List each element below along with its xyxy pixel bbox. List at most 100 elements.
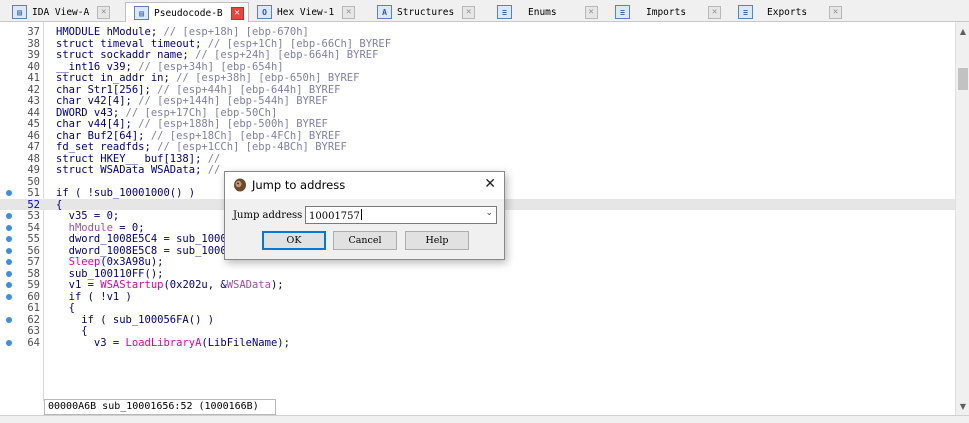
line-number: 63 <box>27 325 40 337</box>
ida-view-icon: ▤ <box>12 5 27 19</box>
code-line[interactable]: 64 v3 = LoadLibraryA(LibFileName); <box>0 337 955 349</box>
code-line[interactable]: 46 char Buf2[64]; // [esp+18Ch] [ebp-4FCh… <box>0 130 955 142</box>
breakpoint-marker-icon[interactable] <box>6 247 12 254</box>
close-icon[interactable]: ✕ <box>97 5 111 19</box>
code-line[interactable]: 47 fd_set readfds; // [esp+1CCh] [ebp-4BC… <box>0 141 955 153</box>
bottom-bar <box>0 415 969 423</box>
code-line[interactable]: 62 if ( sub_100056FA() ) <box>0 314 955 326</box>
line-number: 61 <box>27 302 40 314</box>
code-line[interactable]: 37 HMODULE hModule; // [esp+18h] [ebp-670… <box>0 26 955 38</box>
breakpoint-marker-icon[interactable] <box>6 190 12 196</box>
line-number: 57 <box>27 256 40 268</box>
close-icon[interactable]: ✕ <box>230 6 244 20</box>
line-number: 40 <box>27 60 40 73</box>
chevron-down-icon[interactable]: ⌄ <box>485 208 493 218</box>
code-line[interactable]: 59 v1 = WSAStartup(0x202u, &WSAData); <box>0 279 955 291</box>
line-number: 50 <box>27 175 40 188</box>
tab-enums[interactable]: ≡ Enums ✕ <box>497 2 598 22</box>
dialog-title-bar[interactable]: Jump to address ✕ <box>225 172 504 199</box>
line-number: 38 <box>27 37 40 50</box>
line-number: 39 <box>27 49 40 61</box>
code-text: char v42[4]; // [esp+144h] [ebp-544h] BY… <box>56 95 328 107</box>
line-number: 58 <box>27 267 40 280</box>
tab-hex-view-1[interactable]: O Hex View-1 ✕ <box>257 2 356 22</box>
code-text: v35 = 0; <box>56 210 120 222</box>
breakpoint-marker-icon[interactable] <box>6 213 12 219</box>
address-input[interactable]: 10001757 <box>309 209 362 222</box>
address-combobox[interactable]: 10001757 ⌄ <box>305 206 497 224</box>
pseudocode-icon: ▤ <box>134 6 149 20</box>
tab-pseudocode-b[interactable]: ▤ Pseudocode-B ✕ <box>125 2 249 23</box>
breakpoint-marker-icon[interactable] <box>6 259 12 265</box>
code-line[interactable]: 38 struct timeval timeout; // [esp+1Ch] [… <box>0 38 955 50</box>
code-line[interactable]: 42 char Str1[256]; // [esp+44h] [ebp-644h… <box>0 84 955 96</box>
breakpoint-marker-icon[interactable] <box>6 270 12 277</box>
tab-label: Hex View-1 <box>277 6 335 18</box>
tab-label: Pseudocode-B <box>154 7 223 19</box>
imports-icon: ≡ <box>615 5 630 19</box>
code-text: DWORD v43; // [esp+17Ch] [ebp-50Ch] <box>56 106 278 119</box>
line-number: 54 <box>27 221 40 234</box>
close-icon[interactable]: ✕ <box>484 176 496 192</box>
code-line[interactable]: 48 struct HKEY__ buf[138]; // <box>0 153 955 165</box>
tab-label: Structures <box>397 6 455 18</box>
close-icon[interactable]: ✕ <box>829 5 843 19</box>
close-icon[interactable]: ✕ <box>584 5 598 19</box>
tab-label: IDA View-A <box>32 6 90 18</box>
close-icon[interactable]: ✕ <box>342 5 356 19</box>
code-text: struct timeval timeout; // [esp+1Ch] [eb… <box>56 37 392 50</box>
code-text: struct WSAData WSAData; // <box>56 164 221 176</box>
breakpoint-marker-icon[interactable] <box>6 282 12 288</box>
scroll-thumb[interactable] <box>958 68 968 90</box>
vertical-scrollbar[interactable]: ▲ ▼ <box>955 22 969 415</box>
code-text: struct sockaddr name; // [esp+24h] [ebp-… <box>56 49 379 61</box>
code-text: fd_set readfds; // [esp+1CCh] [ebp-4BCh]… <box>56 141 347 153</box>
scroll-down-icon[interactable]: ▼ <box>956 399 969 413</box>
breakpoint-marker-icon[interactable] <box>6 293 12 300</box>
code-line[interactable]: 44 DWORD v43; // [esp+17Ch] [ebp-50Ch] <box>0 107 955 119</box>
ok-button[interactable]: OK <box>262 231 326 250</box>
exports-icon: ≡ <box>738 5 753 19</box>
code-text: char v44[4]; // [esp+188h] [ebp-500h] BY… <box>56 118 328 130</box>
text-caret <box>360 209 362 220</box>
tab-label: Enums <box>528 6 557 18</box>
code-line[interactable]: 60 if ( !v1 ) <box>0 291 955 303</box>
breakpoint-marker-icon[interactable] <box>6 339 12 346</box>
code-line[interactable]: 58 sub_100110FF(); <box>0 268 955 280</box>
code-line[interactable]: 41 struct in_addr in; // [esp+38h] [ebp-6… <box>0 72 955 84</box>
tab-exports[interactable]: ≡ Exports ✕ <box>738 2 843 22</box>
help-button[interactable]: Help <box>405 231 469 250</box>
code-text: hModule = 0; <box>68 221 145 234</box>
close-icon[interactable]: ✕ <box>708 5 722 19</box>
code-line[interactable]: 43 char v42[4]; // [esp+144h] [ebp-544h] … <box>0 95 955 107</box>
code-line[interactable]: 45 char v44[4]; // [esp+188h] [ebp-500h] … <box>0 118 955 130</box>
tab-ida-view-a[interactable]: ▤ IDA View-A ✕ <box>12 2 111 22</box>
breakpoint-marker-icon[interactable] <box>6 236 12 242</box>
line-number: 52 <box>27 198 40 211</box>
cancel-button[interactable]: Cancel <box>333 231 397 250</box>
code-line[interactable]: 39 struct sockaddr name; // [esp+24h] [eb… <box>0 49 955 61</box>
line-number: 41 <box>27 72 40 84</box>
close-icon[interactable]: ✕ <box>462 5 476 19</box>
code-line[interactable]: 40 __int16 v39; // [esp+34h] [ebp-654h] <box>0 61 955 73</box>
line-number: 44 <box>27 106 40 119</box>
code-text: { <box>56 325 88 337</box>
code-line[interactable]: 63 { <box>0 325 955 337</box>
breakpoint-marker-icon[interactable] <box>6 316 12 323</box>
line-number: 45 <box>27 118 40 130</box>
line-number: 56 <box>27 244 40 257</box>
code-text: char Str1[256]; // [esp+44h] [ebp-644h] … <box>56 83 341 96</box>
code-text: struct HKEY__ buf[138]; // <box>56 152 221 165</box>
scroll-up-icon[interactable]: ▲ <box>956 24 969 38</box>
tab-label: Imports <box>646 6 687 18</box>
tab-bar: ▤ IDA View-A ✕ ▤ Pseudocode-B ✕ O Hex Vi… <box>0 0 969 23</box>
line-number: 47 <box>27 141 40 153</box>
breakpoint-marker-icon[interactable] <box>6 224 12 231</box>
jump-to-address-dialog: Jump to address ✕ Jump address 10001757 … <box>224 171 505 260</box>
code-line[interactable]: 61 { <box>0 302 955 314</box>
code-text: if ( !v1 ) <box>56 290 132 303</box>
code-text: if ( sub_100056FA() ) <box>56 313 215 326</box>
tab-imports[interactable]: ≡ Imports ✕ <box>615 2 722 22</box>
line-number: 51 <box>27 187 40 199</box>
tab-structures[interactable]: A Structures ✕ <box>377 2 476 22</box>
